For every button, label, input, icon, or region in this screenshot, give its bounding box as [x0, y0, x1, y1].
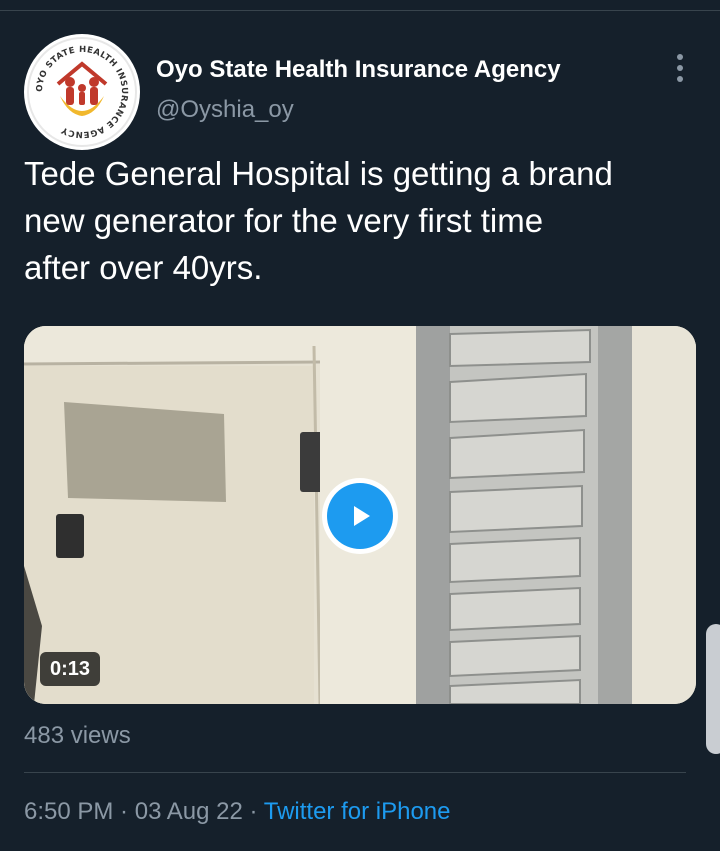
author-name[interactable]: Oyo State Health Insurance Agency	[156, 56, 561, 84]
more-vertical-icon-dot	[677, 76, 683, 82]
meta-separator: ·	[113, 798, 135, 825]
tweet-date[interactable]: 03 Aug 22	[135, 798, 243, 825]
meta-separator: ·	[242, 798, 264, 825]
views-count: 483 views	[24, 722, 131, 749]
top-divider	[0, 10, 720, 11]
more-options-button[interactable]	[664, 50, 696, 86]
author-handle[interactable]: @Oyshia_oy	[156, 96, 294, 124]
tweet-text-line: after over 40yrs.	[24, 249, 263, 286]
video-player[interactable]: 0:13	[24, 326, 696, 704]
scroll-handle[interactable]	[706, 624, 720, 754]
agency-logo-icon: OYO STATE HEALTH INSURANCE AGENCY	[27, 37, 137, 147]
author-avatar[interactable]: OYO STATE HEALTH INSURANCE AGENCY	[24, 34, 140, 150]
stats-divider	[24, 772, 686, 773]
tweet-text-line: new generator for the very first time	[24, 202, 544, 239]
play-icon	[327, 483, 393, 549]
tweet-text: Tede General Hospital is getting a brand…	[24, 150, 704, 291]
tweet-time[interactable]: 6:50 PM	[24, 798, 113, 825]
tweet-metadata: 6:50 PM · 03 Aug 22 · Twitter for iPhone	[24, 798, 450, 826]
tweet-source-link[interactable]: Twitter for iPhone	[264, 798, 451, 825]
tweet-text-line: Tede General Hospital is getting a brand	[24, 155, 613, 192]
more-vertical-icon-dot	[677, 65, 683, 71]
tweet-detail-screen: OYO STATE HEALTH INSURANCE AGENCY Oyo St…	[0, 0, 720, 851]
play-triangle-icon	[354, 506, 370, 526]
video-duration-badge: 0:13	[40, 652, 101, 686]
play-button[interactable]	[322, 478, 398, 554]
more-vertical-icon	[677, 54, 683, 60]
